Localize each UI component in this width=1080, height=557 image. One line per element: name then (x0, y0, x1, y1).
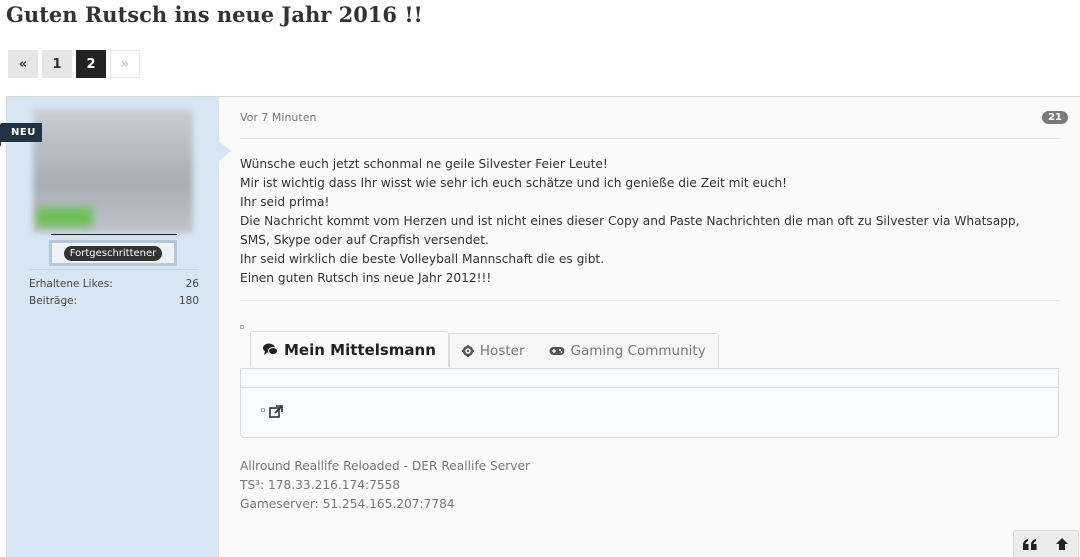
thread-title: Guten Rutsch ins neue Jahr 2016 !! (6, 2, 423, 27)
stat-posts-label: Beiträge: (29, 295, 78, 307)
divider (240, 300, 1060, 301)
post-message: Wünsche euch jetzt schonmal ne geile Sil… (240, 155, 1070, 288)
external-link-icon[interactable] (269, 405, 283, 419)
avatar-underline (51, 234, 177, 235)
message-line: Ihr seid wirklich die beste Volleyball M… (240, 252, 605, 266)
gear-icon (461, 345, 474, 357)
page-1-button[interactable]: 1 (42, 50, 72, 78)
stat-posts: Beiträge: 180 (29, 295, 199, 307)
message-line: Ihr seid prima! (240, 195, 330, 209)
stat-likes: Erhaltene Likes: 26 (29, 278, 199, 290)
message-line: Die Nachricht kommt vom Herzen und ist n… (240, 214, 1020, 228)
pagination: « 1 2 » (8, 50, 140, 78)
signature-line: Allround Reallife Reloaded - DER Reallif… (240, 459, 531, 473)
stat-likes-value: 26 (185, 278, 199, 290)
new-badge: NEU (0, 123, 42, 147)
divider (240, 138, 1060, 139)
gamepad-icon (549, 347, 564, 355)
stat-posts-value[interactable]: 180 (179, 295, 199, 307)
message-line: Mir ist wichtig dass Ihr wisst wie sehr … (240, 176, 788, 190)
bullet-icon (240, 325, 244, 329)
message-line: Wünsche euch jetzt schonmal ne geile Sil… (240, 157, 608, 171)
sidebar-arrow (219, 141, 231, 161)
message-line: Einen guten Rutsch ins neue Jahr 2012!!! (240, 271, 492, 285)
avatar-detail (37, 207, 93, 227)
tab-label: Mein Mittelsmann (284, 340, 436, 359)
bullet-icon (261, 408, 265, 412)
page-2-button[interactable]: 2 (76, 50, 106, 78)
rank-label: Fortgeschrittener (63, 245, 163, 261)
signature-tabs: Mein Mittelsmann Hoster Gaming Community (250, 331, 719, 368)
tab-label: Gaming Community (570, 343, 706, 359)
signature: Allround Reallife Reloaded - DER Reallif… (240, 457, 530, 514)
post-number-badge[interactable]: 21 (1042, 111, 1068, 124)
tab-mein-mittelsmann[interactable]: Mein Mittelsmann (250, 331, 449, 367)
rank-box: Fortgeschrittener (49, 240, 177, 266)
post-actions (1013, 530, 1079, 557)
tab-label: Hoster (479, 343, 525, 359)
tab-panel-divider (241, 387, 1058, 388)
next-page-button: » (110, 50, 140, 78)
signature-line: TS³: 178.33.216.174:7558 (240, 478, 401, 492)
quote-icon (1023, 538, 1037, 550)
signature-line: Gameserver: 51.254.165.207:7784 (240, 497, 455, 511)
quote-button[interactable] (1014, 531, 1046, 557)
tab-panel (240, 368, 1059, 438)
tab-gaming-community[interactable]: Gaming Community (536, 334, 718, 368)
tab-hoster[interactable]: Hoster (449, 334, 537, 368)
comments-icon (263, 343, 278, 355)
prev-page-button[interactable]: « (8, 50, 38, 78)
scroll-top-button[interactable] (1046, 531, 1078, 557)
stat-likes-label: Erhaltene Likes: (29, 278, 113, 290)
message-line: SMS, Skype oder auf Crapfish versendet. (240, 233, 489, 247)
author-sidebar: NEU Fortgeschrittener Erhaltene Likes: 2… (0, 97, 219, 557)
tab-group: Hoster Gaming Community (448, 333, 719, 368)
post-time[interactable]: Vor 7 Minuten (240, 111, 316, 124)
arrow-up-icon (1056, 538, 1068, 550)
post: NEU Fortgeschrittener Erhaltene Likes: 2… (0, 96, 1080, 557)
sidebar-divider (29, 269, 199, 270)
